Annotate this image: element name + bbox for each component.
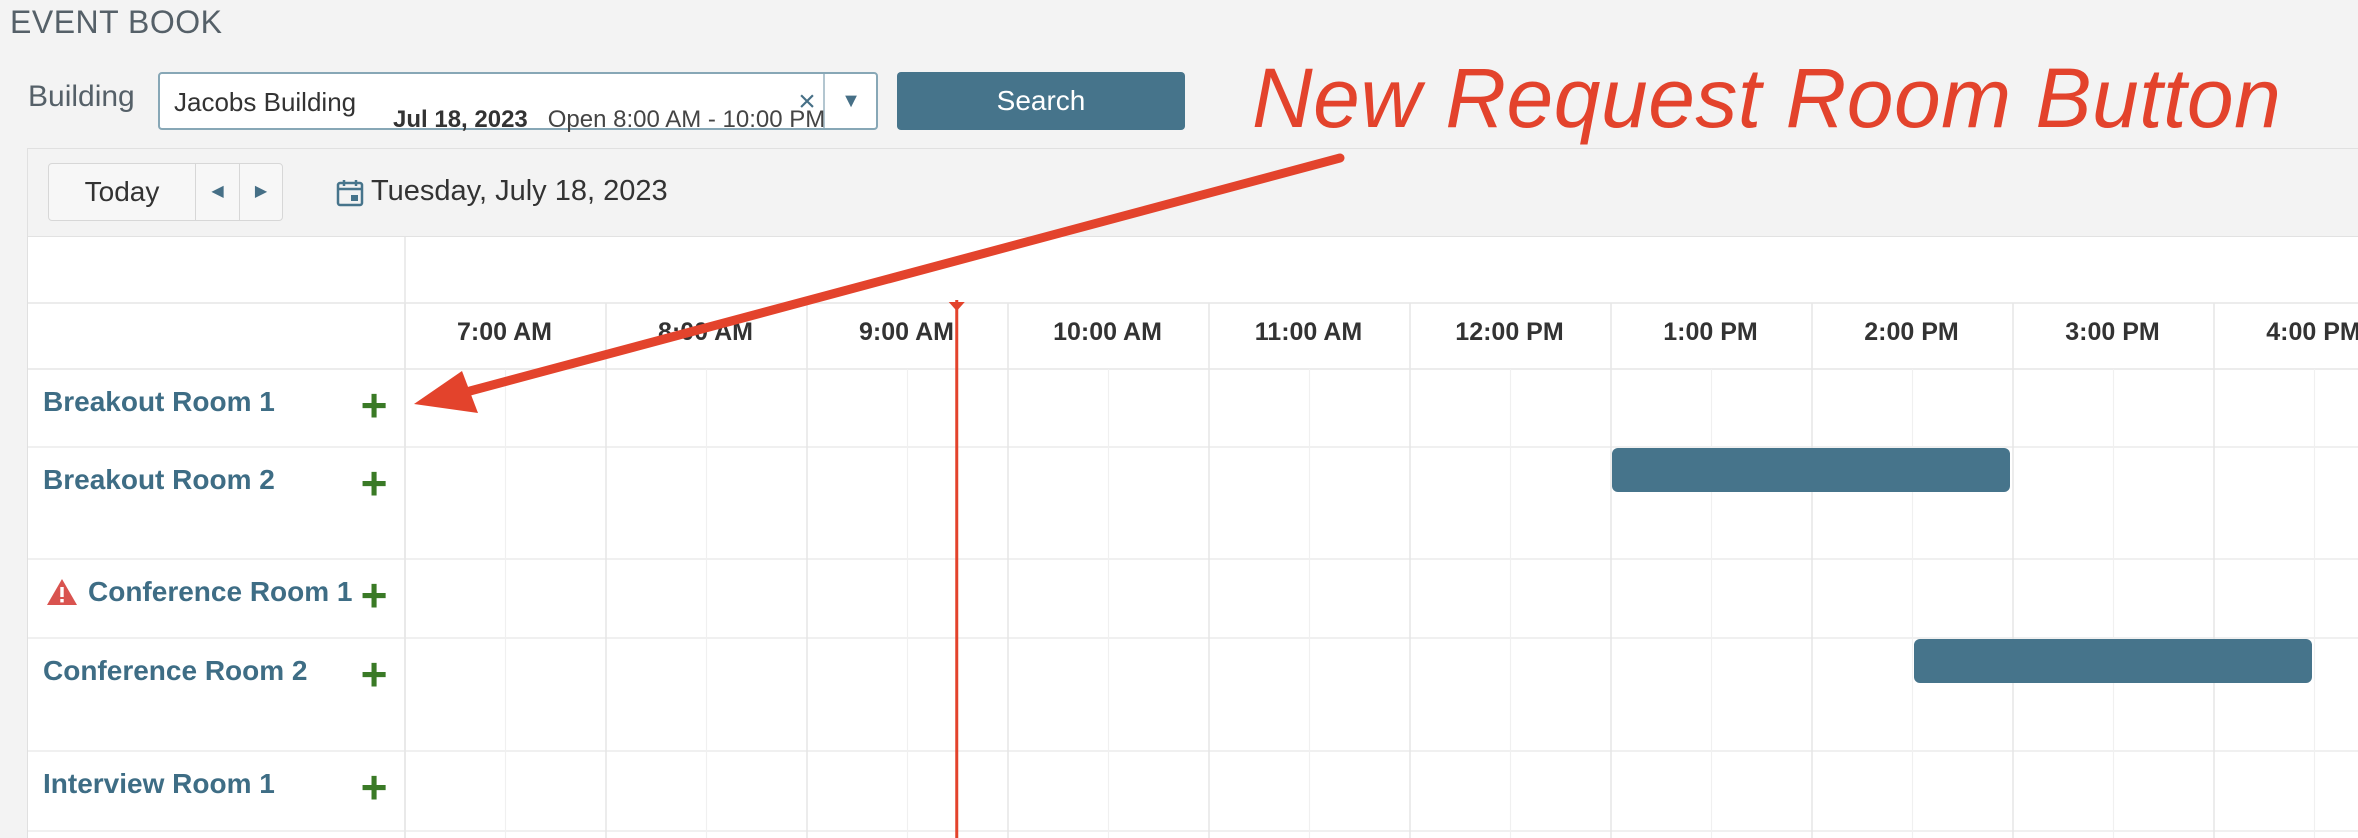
building-label: Building bbox=[28, 80, 135, 113]
room-name-text: Conference Room 1 bbox=[88, 576, 353, 607]
time-label: 10:00 AM bbox=[1053, 318, 1162, 346]
room-name-text: Breakout Room 2 bbox=[43, 464, 275, 495]
plus-icon[interactable]: + bbox=[354, 572, 394, 618]
open-hours: Open 8:00 AM - 10:00 PM bbox=[547, 106, 826, 133]
room-name-text: Conference Room 2 bbox=[43, 655, 308, 686]
time-label: 4:00 PM bbox=[2266, 318, 2358, 346]
search-button[interactable]: Search bbox=[897, 72, 1185, 130]
time-label: 9:00 AM bbox=[859, 318, 954, 346]
time-label: 3:00 PM bbox=[2065, 318, 2160, 346]
room-name[interactable]: Conference Room 2 bbox=[43, 655, 308, 687]
time-label: 2:00 PM bbox=[1864, 318, 1959, 346]
event-block[interactable] bbox=[1913, 639, 2312, 683]
room-name-text: Breakout Room 1 bbox=[43, 386, 275, 417]
room-name-text: Interview Room 1 bbox=[43, 768, 275, 799]
calendar-toolbar: Today ◀ ▶ Tuesday, July 18, 2023 bbox=[28, 149, 2358, 237]
date-nav-group: Today ◀ ▶ bbox=[48, 163, 283, 221]
schedule-date: Jul 18, 2023 bbox=[393, 106, 528, 133]
calendar-icon[interactable] bbox=[336, 179, 364, 207]
time-label: 7:00 AM bbox=[457, 318, 552, 346]
next-day-button[interactable]: ▶ bbox=[239, 164, 282, 220]
event-block[interactable] bbox=[1612, 448, 2010, 492]
room-name[interactable]: Breakout Room 1 bbox=[43, 386, 275, 418]
plus-icon[interactable]: + bbox=[354, 651, 394, 697]
time-label: 8:00 AM bbox=[658, 318, 753, 346]
plus-icon[interactable]: + bbox=[354, 382, 394, 428]
chevron-down-icon[interactable]: ▼ bbox=[826, 74, 876, 128]
app-title: EVENT BOOK bbox=[10, 4, 223, 40]
room-name[interactable]: Interview Room 1 bbox=[43, 768, 275, 800]
room-name[interactable]: Conference Room 1 bbox=[46, 576, 353, 608]
time-label: 11:00 AM bbox=[1254, 318, 1363, 346]
annotation-callout: New Request Room Button bbox=[1252, 51, 2282, 145]
building-select-value: Jacobs Building bbox=[174, 87, 357, 117]
time-label: 12:00 PM bbox=[1455, 318, 1564, 346]
room-name[interactable]: Breakout Room 2 bbox=[43, 464, 275, 496]
schedule-date-header: Jul 18, 2023 Open 8:00 AM - 10:00 PM bbox=[393, 106, 825, 134]
current-date[interactable]: Tuesday, July 18, 2023 bbox=[371, 175, 668, 208]
today-button[interactable]: Today bbox=[49, 164, 196, 220]
time-label: 1:00 PM bbox=[1663, 318, 1758, 346]
plus-icon[interactable]: + bbox=[354, 764, 394, 810]
previous-day-button[interactable]: ◀ bbox=[196, 164, 239, 220]
plus-icon[interactable]: + bbox=[354, 460, 394, 506]
warning-triangle-icon bbox=[47, 579, 77, 605]
